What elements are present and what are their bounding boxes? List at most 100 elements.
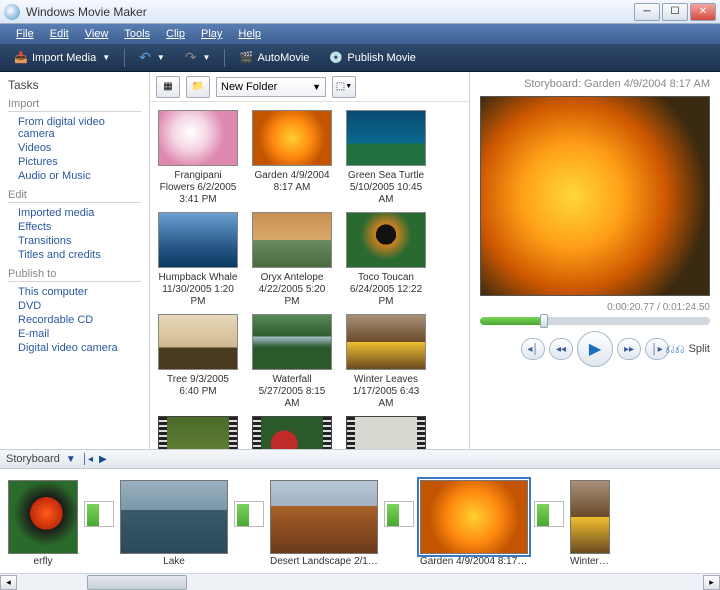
seek-bar[interactable] <box>480 317 710 325</box>
menu-view[interactable]: View <box>77 26 117 42</box>
storyboard-transition[interactable] <box>84 501 114 527</box>
storyboard-dropdown[interactable]: ▼ <box>66 454 76 465</box>
folder-combo[interactable]: New Folder ▼ <box>216 77 326 97</box>
task-imported-media[interactable]: Imported media <box>8 206 141 220</box>
split-label: Split <box>689 343 710 355</box>
collection-item[interactable]: Winter Leaves 1/17/2005 6:43 AM <box>346 314 426 410</box>
task-pictures[interactable]: Pictures <box>8 155 141 169</box>
thumbnails-view-button[interactable]: ▦ <box>156 76 180 98</box>
task-effects[interactable]: Effects <box>8 220 141 234</box>
task-email[interactable]: E-mail <box>8 327 141 341</box>
prev-button[interactable]: ◂◂ <box>549 338 573 360</box>
collection-item[interactable]: Humpback Whale 11/30/2005 1:20 PM <box>158 212 238 308</box>
storyboard-play-button[interactable]: ▶ <box>99 454 107 465</box>
storyboard-rewind-button[interactable]: │◂ <box>82 454 93 465</box>
undo-button[interactable]: ▼ <box>131 46 173 69</box>
scroll-thumb[interactable] <box>87 575 187 590</box>
storyboard-clip[interactable]: erfly <box>8 480 78 567</box>
minimize-button[interactable]: ─ <box>634 3 660 21</box>
collection-video-item[interactable] <box>346 416 426 449</box>
menu-bar: File Edit View Tools Clip Play Help <box>0 24 720 44</box>
menu-help[interactable]: Help <box>230 26 269 42</box>
thumbnail-image <box>346 416 426 449</box>
publish-movie-button[interactable]: 💿 Publish Movie <box>321 48 423 68</box>
thumbnail-label: Tree 9/3/2005 6:40 PM <box>158 374 238 398</box>
task-dvd[interactable]: DVD <box>8 299 141 313</box>
menu-edit[interactable]: Edit <box>42 26 77 42</box>
collection-item[interactable]: Garden 4/9/2004 8:17 AM <box>252 110 332 206</box>
thumbnail-image <box>158 314 238 370</box>
seek-handle[interactable] <box>540 314 548 328</box>
collection-item[interactable]: Green Sea Turtle 5/10/2005 10:45 AM <box>346 110 426 206</box>
split-icon: ⎌⎌ <box>665 342 684 357</box>
storyboard-clip[interactable]: Desert Landscape 2/12/20... <box>270 480 378 567</box>
next-button[interactable]: ▸▸ <box>617 338 641 360</box>
maximize-button[interactable]: ☐ <box>662 3 688 21</box>
horizontal-scrollbar[interactable]: ◂ ▸ <box>0 573 720 590</box>
scroll-right-button[interactable]: ▸ <box>703 575 720 590</box>
automovie-label: AutoMovie <box>257 52 309 64</box>
storyboard-thumb <box>120 480 228 554</box>
task-titles[interactable]: Titles and credits <box>8 248 141 262</box>
thumbnail-label: Green Sea Turtle 5/10/2005 10:45 AM <box>346 170 426 206</box>
automovie-button[interactable]: 🎬 AutoMovie <box>231 48 317 68</box>
menu-play[interactable]: Play <box>193 26 230 42</box>
storyboard-transition[interactable] <box>234 501 264 527</box>
collection-item[interactable]: Tree 9/3/2005 6:40 PM <box>158 314 238 410</box>
scroll-left-button[interactable]: ◂ <box>0 575 17 590</box>
task-this-computer[interactable]: This computer <box>8 285 141 299</box>
storyboard-thumb <box>570 480 610 554</box>
collection-video-item[interactable] <box>158 416 238 449</box>
thumbnail-image <box>158 110 238 166</box>
thumbnail-image <box>346 110 426 166</box>
separator <box>224 49 225 67</box>
thumbnail-image <box>252 314 332 370</box>
prev-frame-button[interactable]: ◂│ <box>521 338 545 360</box>
task-dv-camera[interactable]: Digital video camera <box>8 341 141 355</box>
storyboard-caption: Desert Landscape 2/12/20... <box>270 556 378 567</box>
menu-file[interactable]: File <box>8 26 42 42</box>
thumbnail-image <box>158 416 238 449</box>
collection-item[interactable]: Toco Toucan 6/24/2005 12:22 PM <box>346 212 426 308</box>
menu-tools[interactable]: Tools <box>116 26 158 42</box>
task-from-camera[interactable]: From digital video camera <box>8 115 141 141</box>
storyboard-clip[interactable]: Lake <box>120 480 228 567</box>
preview-title: Storyboard: Garden 4/9/2004 8:17 AM <box>480 78 710 90</box>
collection-item[interactable]: Oryx Antelope 4/22/2005 5:20 PM <box>252 212 332 308</box>
thumbnail-label: Humpback Whale 11/30/2005 1:20 PM <box>158 272 238 308</box>
seek-fill <box>480 317 540 325</box>
collection-video-item[interactable] <box>252 416 332 449</box>
preview-screen[interactable] <box>480 96 710 296</box>
storyboard-thumb <box>420 480 528 554</box>
up-folder-button[interactable]: 📁 <box>186 76 210 98</box>
thumbnails-area[interactable]: Frangipani Flowers 6/2/2005 3:41 PM Garde… <box>150 102 469 449</box>
storyboard-clip[interactable]: Garden 4/9/2004 8:17 AM <box>420 480 528 567</box>
scroll-track[interactable] <box>17 575 703 590</box>
storyboard-thumb <box>8 480 78 554</box>
collection-item[interactable]: Waterfall 5/27/2005 8:15 AM <box>252 314 332 410</box>
task-recordable-cd[interactable]: Recordable CD <box>8 313 141 327</box>
play-button[interactable]: ▶ <box>577 331 613 367</box>
task-videos[interactable]: Videos <box>8 141 141 155</box>
close-button[interactable]: ✕ <box>690 3 716 21</box>
separator <box>124 49 125 67</box>
redo-button[interactable]: ▼ <box>177 46 219 69</box>
split-button[interactable]: ⎌⎌ Split <box>665 342 710 357</box>
menu-clip[interactable]: Clip <box>158 26 193 42</box>
publish-label: Publish Movie <box>347 52 415 64</box>
collection-pane: ▦ 📁 New Folder ▼ ⬚▼ Frangipani Flowers 6… <box>150 72 470 449</box>
task-transitions[interactable]: Transitions <box>8 234 141 248</box>
thumbnail-label: Frangipani Flowers 6/2/2005 3:41 PM <box>158 170 238 206</box>
automovie-icon: 🎬 <box>239 51 253 65</box>
thumbnail-label: Waterfall 5/27/2005 8:15 AM <box>252 374 332 410</box>
import-media-button[interactable]: 📥 Import Media ▼ <box>6 48 118 68</box>
storyboard-transition[interactable] <box>384 501 414 527</box>
storyboard-transition[interactable] <box>534 501 564 527</box>
import-section-header: Import <box>8 98 141 112</box>
storyboard-caption: Winter Leaves 1 <box>570 556 610 567</box>
task-audio[interactable]: Audio or Music <box>8 169 141 183</box>
collection-item[interactable]: Frangipani Flowers 6/2/2005 3:41 PM <box>158 110 238 206</box>
storyboard-clip[interactable]: Winter Leaves 1 <box>570 480 610 567</box>
storyboard[interactable]: erfly Lake Desert Landscape 2/12/20... Gard… <box>0 469 720 573</box>
arrange-button[interactable]: ⬚▼ <box>332 76 356 98</box>
